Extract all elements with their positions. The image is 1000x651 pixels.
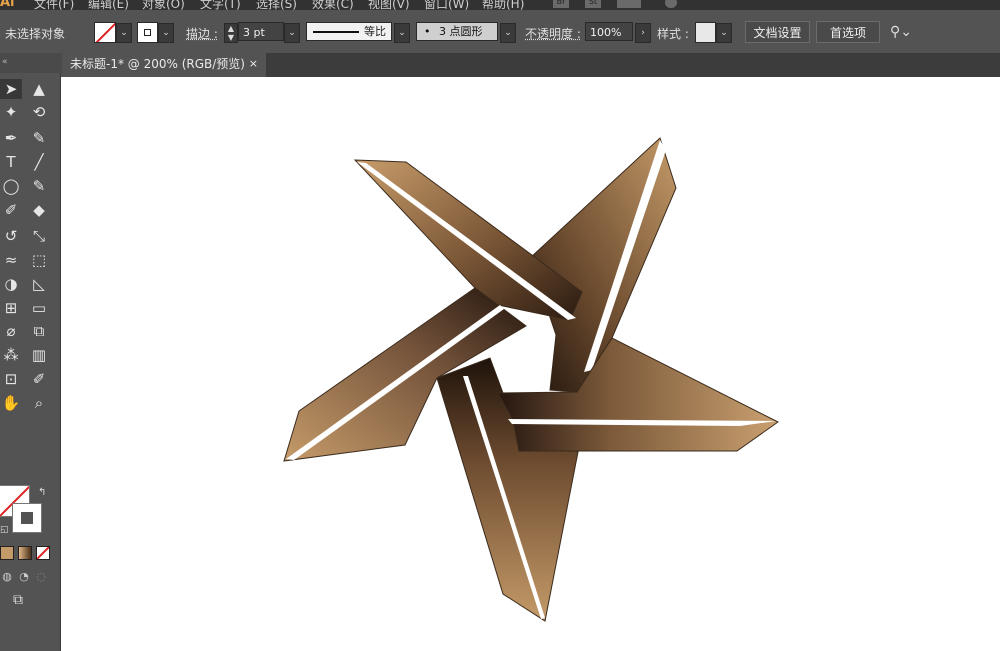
menu-object[interactable]: 对象(O): [142, 0, 185, 10]
app-logo: Ai: [0, 0, 15, 10]
style-dropdown-icon[interactable]: ⌄: [716, 23, 732, 43]
shape-builder-tool-icon[interactable]: ◑: [0, 274, 22, 294]
artboard-tool-icon[interactable]: ⊡: [0, 369, 22, 389]
bridge-icon[interactable]: Br: [553, 0, 569, 8]
menu-effect[interactable]: 效果(C): [312, 0, 354, 10]
gradient-mode-icon[interactable]: [18, 546, 32, 560]
control-bar: 未选择对象 ⌄ ⌄ 描边 : ▲ ▼ 3 pt ⌄ 等比 ⌄ • 3 点圆形 ⌄ …: [0, 10, 1000, 54]
pen-tool-icon[interactable]: ✒: [0, 128, 22, 148]
fill-dropdown-icon[interactable]: ⌄: [116, 23, 132, 43]
free-transform-tool-icon[interactable]: ⬚: [28, 250, 50, 270]
shaper-tool-icon[interactable]: ✐: [0, 200, 22, 220]
stroke-swatch-inner: [144, 29, 151, 36]
menu-view[interactable]: 视图(V): [368, 0, 410, 10]
menu-help[interactable]: 帮助(H): [482, 0, 524, 10]
rotate-tool-icon[interactable]: ↺: [0, 226, 22, 246]
menu-window[interactable]: 窗口(W): [424, 0, 469, 10]
type-tool-icon[interactable]: T: [0, 152, 22, 172]
zoom-tool-icon[interactable]: ⌕: [28, 393, 50, 413]
document-tab-bar: 未标题-1* @ 200% (RGB/预览) ×: [60, 53, 1000, 77]
artboard-canvas[interactable]: [61, 77, 1000, 651]
stroke-weight-stepper-icon[interactable]: ▲ ▼: [224, 23, 238, 43]
perspective-grid-tool-icon[interactable]: ◺: [28, 274, 50, 294]
opacity-arrow-icon[interactable]: ›: [635, 23, 651, 43]
tools-panel: « ➤ ▲ ✦ ⟲ ✒ ✎ T ╱ ◯ ✎ ✐ ◆ ↺ ⤡ ≈ ⬚ ◑ ◺ ⊞ ▭ ⌀ ⧉ ⁂ ▥ ⊡ ✐ ✋ ⌕ ↰ ◱ ◍ ◔ ◌…: [0, 53, 62, 651]
ellipse-tool-icon[interactable]: ◯: [0, 176, 22, 196]
mesh-tool-icon[interactable]: ⊞: [0, 298, 22, 318]
draw-behind-icon[interactable]: ◔: [17, 570, 31, 584]
panel-collapse-icon[interactable]: «: [0, 53, 62, 73]
menu-file[interactable]: 文件(F): [34, 0, 74, 10]
menu-select[interactable]: 选择(S): [256, 0, 297, 10]
variable-width-profile[interactable]: 等比: [306, 22, 392, 41]
document-setup-button[interactable]: 文档设置: [745, 21, 810, 43]
slice-tool-icon[interactable]: ✐: [28, 369, 50, 389]
none-mode-slash: [37, 547, 49, 559]
stroke-weight-field[interactable]: 3 pt: [238, 22, 284, 41]
stroke-swatch[interactable]: [137, 22, 158, 43]
graphic-style-swatch[interactable]: [695, 22, 716, 43]
default-colors-icon[interactable]: ◱: [0, 525, 9, 535]
star-artwork: [283, 137, 779, 622]
direct-selection-tool-icon[interactable]: ▲: [28, 79, 50, 99]
star-arm-right[interactable]: [497, 337, 779, 452]
fill-stroke-control: ↰ ◱: [0, 481, 58, 541]
stroke-dropdown-icon[interactable]: ⌄: [158, 23, 174, 43]
workspace-arrange-icon[interactable]: [617, 0, 641, 8]
opacity-label[interactable]: 不透明度 :: [525, 25, 581, 42]
fill-swatch[interactable]: [94, 22, 116, 43]
lasso-tool-icon[interactable]: ⟲: [28, 102, 50, 122]
curvature-tool-icon[interactable]: ✎: [28, 128, 50, 148]
preferences-button[interactable]: 首选项: [816, 21, 880, 43]
brush-dot-icon: •: [424, 25, 431, 38]
swap-fill-stroke-icon[interactable]: ↰: [38, 487, 46, 498]
menu-type[interactable]: 文字(T): [200, 0, 241, 10]
color-mode-icon[interactable]: [0, 546, 14, 560]
selection-tool-icon[interactable]: ➤: [0, 79, 22, 99]
profile-line: [313, 31, 359, 33]
profile-dropdown-icon[interactable]: ⌄: [394, 23, 410, 43]
style-label: 样式 :: [657, 27, 689, 41]
selection-status: 未选择对象: [5, 27, 66, 41]
menu-edit[interactable]: 编辑(E): [88, 0, 129, 10]
close-tab-icon[interactable]: ×: [249, 53, 258, 75]
gpu-performance-icon[interactable]: [665, 0, 677, 8]
symbol-sprayer-tool-icon[interactable]: ⁂: [0, 345, 22, 365]
document-tab-title: 未标题-1* @ 200% (RGB/预览): [70, 57, 245, 71]
stroke-label[interactable]: 描边 :: [186, 25, 218, 42]
warp-tool-icon[interactable]: ≈: [0, 250, 22, 270]
stroke-weight-dropdown-icon[interactable]: ⌄: [284, 23, 300, 43]
opacity-field[interactable]: 100%: [585, 22, 633, 41]
scale-tool-icon[interactable]: ⤡: [28, 226, 50, 246]
brush-dropdown-icon[interactable]: ⌄: [500, 23, 516, 43]
stroke-inner: [20, 511, 34, 525]
screen-mode-icon[interactable]: ⧉: [13, 592, 35, 608]
quick-actions-icon[interactable]: ⚲⌄: [890, 22, 920, 42]
gradient-tool-icon[interactable]: ▭: [28, 298, 50, 318]
document-tab[interactable]: 未标题-1* @ 200% (RGB/预览) ×: [60, 53, 266, 77]
hand-tool-icon[interactable]: ✋: [0, 393, 22, 413]
magic-wand-tool-icon[interactable]: ✦: [0, 102, 22, 122]
brush-label: 3 点圆形: [439, 25, 483, 38]
none-slash-icon: [95, 23, 115, 42]
profile-label: 等比: [364, 25, 386, 38]
eraser-tool-icon[interactable]: ◆: [28, 200, 50, 220]
eyedropper-tool-icon[interactable]: ⌀: [0, 321, 22, 341]
blend-tool-icon[interactable]: ⧉: [28, 321, 50, 341]
column-graph-tool-icon[interactable]: ▥: [28, 345, 50, 365]
brush-definition[interactable]: • 3 点圆形: [416, 22, 498, 41]
stock-icon[interactable]: St: [585, 0, 601, 8]
draw-normal-icon[interactable]: ◍: [0, 570, 14, 584]
draw-inside-icon[interactable]: ◌: [34, 570, 48, 584]
paintbrush-tool-icon[interactable]: ✎: [28, 176, 50, 196]
line-tool-icon[interactable]: ╱: [28, 152, 50, 172]
none-mode-icon[interactable]: [36, 546, 50, 560]
menu-bar: Ai 文件(F) 编辑(E) 对象(O) 文字(T) 选择(S) 效果(C) 视…: [0, 0, 1000, 10]
stroke-color-box[interactable]: [12, 503, 42, 533]
